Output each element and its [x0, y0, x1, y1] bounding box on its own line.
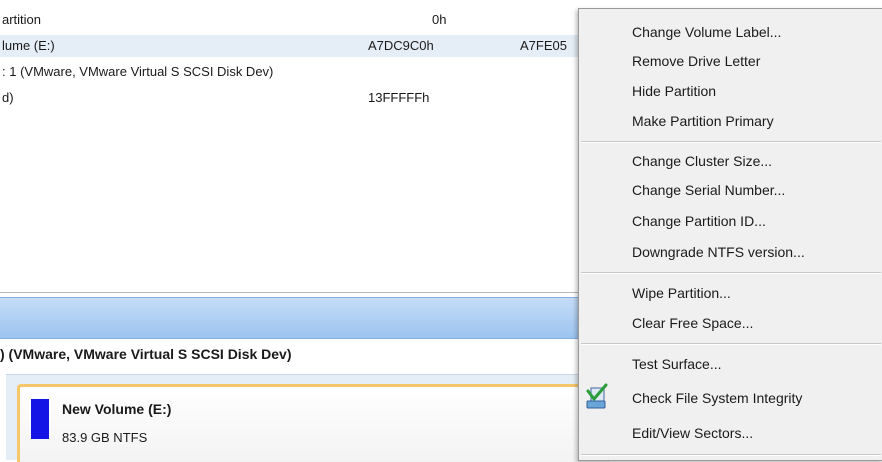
volume-color-swatch	[31, 399, 49, 439]
menu-separator	[581, 454, 881, 456]
check-disk-icon	[586, 383, 608, 409]
panel-divider	[0, 292, 600, 293]
disk-map-bar	[0, 297, 600, 339]
menu-item-downgrade-ntfs[interactable]: Downgrade NTFS version...	[632, 241, 805, 263]
context-menu: Change Volume Label... Remove Drive Lett…	[578, 8, 882, 461]
partition-table: artition 0h lume (E:) A7DC9C0h A7FE05 : …	[0, 0, 600, 120]
menu-item-clear-free-space[interactable]: Clear Free Space...	[632, 312, 753, 334]
table-row-selected[interactable]: lume (E:) A7DC9C0h A7FE05	[0, 35, 600, 57]
menu-item-check-file-system[interactable]: Check File System Integrity	[632, 387, 802, 409]
table-row[interactable]: : 1 (VMware, VMware Virtual S SCSI Disk …	[0, 61, 600, 83]
disk-title: ) (VMware, VMware Virtual S SCSI Disk De…	[0, 346, 292, 362]
menu-separator	[581, 141, 881, 143]
menu-separator	[581, 272, 881, 274]
disk-name: : 1 (VMware, VMware Virtual S SCSI Disk …	[2, 64, 274, 79]
menu-item-hide-partition[interactable]: Hide Partition	[632, 80, 716, 102]
partition-name: artition	[2, 12, 42, 27]
partition-end: A7FE05	[520, 38, 567, 53]
menu-item-test-surface[interactable]: Test Surface...	[632, 353, 721, 375]
partition-start: 0h	[432, 12, 447, 27]
volume-size: 83.9 GB NTFS	[62, 430, 148, 445]
menu-item-edit-view-sectors[interactable]: Edit/View Sectors...	[632, 422, 753, 444]
table-row[interactable]: artition 0h	[0, 9, 600, 31]
menu-item-wipe-partition[interactable]: Wipe Partition...	[632, 282, 731, 304]
table-row[interactable]: d) 13FFFFFh	[0, 87, 600, 109]
partition-name: lume (E:)	[2, 38, 55, 53]
partition-start: 13FFFFFh	[368, 90, 430, 105]
menu-item-change-cluster-size[interactable]: Change Cluster Size...	[632, 150, 772, 172]
partition-name: d)	[2, 90, 14, 105]
menu-item-change-partition-id[interactable]: Change Partition ID...	[632, 210, 766, 232]
menu-separator	[581, 343, 881, 345]
partition-start: A7DC9C0h	[368, 38, 434, 53]
menu-item-change-volume-label[interactable]: Change Volume Label...	[632, 21, 781, 43]
volume-name: New Volume (E:)	[62, 401, 172, 417]
menu-item-change-serial-number[interactable]: Change Serial Number...	[632, 179, 785, 201]
menu-item-make-partition-primary[interactable]: Make Partition Primary	[632, 110, 774, 132]
volume-block[interactable]	[17, 384, 610, 462]
menu-item-remove-drive-letter[interactable]: Remove Drive Letter	[632, 50, 760, 72]
